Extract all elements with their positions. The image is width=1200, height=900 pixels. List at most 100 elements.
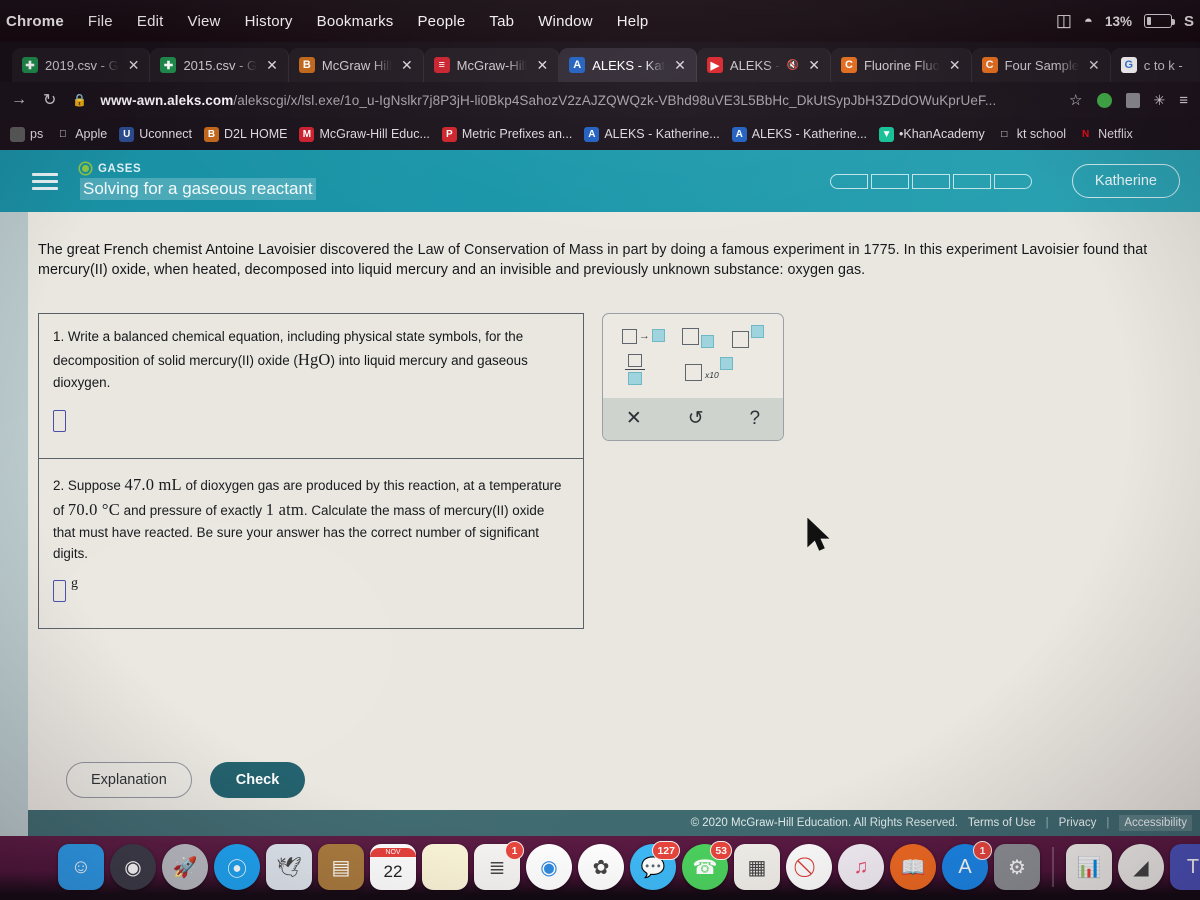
progress-segment bbox=[993, 173, 1032, 189]
menu-item-help[interactable]: Help bbox=[605, 13, 661, 30]
browser-tab[interactable]: B McGraw Hill ✕ bbox=[288, 48, 424, 82]
user-menu-button[interactable]: Katherine bbox=[1071, 164, 1180, 198]
mouse-cursor bbox=[807, 518, 830, 551]
dock-icon-itunes[interactable]: ♫ bbox=[838, 844, 884, 890]
bookmark-item[interactable]:  Apple bbox=[49, 124, 113, 145]
browser-tab[interactable]: ✚ 2019.csv - G ✕ bbox=[12, 48, 151, 82]
menu-item-tab[interactable]: Tab bbox=[477, 13, 526, 30]
audio-muted-icon[interactable]: 🔇 bbox=[787, 60, 799, 71]
browser-tab[interactable]: C Fluorine Fluo ✕ bbox=[830, 48, 972, 82]
help-button[interactable]: ? bbox=[749, 408, 760, 430]
bookmark-item[interactable]: A ALEKS - Katherine... bbox=[726, 124, 873, 145]
dock-icon-messages[interactable]: 💬 127 bbox=[630, 841, 680, 890]
menu-item-edit[interactable]: Edit bbox=[125, 13, 176, 30]
dock-icon-photos[interactable]: ✿ bbox=[578, 844, 624, 890]
reload-icon[interactable]: ↻ bbox=[40, 90, 59, 110]
close-icon[interactable]: ✕ bbox=[947, 57, 963, 73]
page-title: Solving for a gaseous reactant bbox=[80, 177, 316, 200]
dock-icon-app-store[interactable]: A1 bbox=[942, 841, 992, 890]
bookmark-item[interactable]: ▼ •KhanAcademy bbox=[873, 124, 991, 145]
subscript-tool[interactable] bbox=[682, 327, 715, 348]
bookmark-item[interactable]: □ kt school bbox=[991, 124, 1072, 145]
forward-arrow-icon[interactable]: → bbox=[8, 91, 30, 109]
browser-tab[interactable]: Gc to k - bbox=[1110, 48, 1200, 82]
dock-icon-adblock[interactable]: ⃠ bbox=[786, 844, 832, 890]
menu-extra-letter[interactable]: S bbox=[1184, 13, 1194, 30]
browser-tab-label: ALEKS - bbox=[729, 57, 780, 73]
bookmark-item[interactable]: ps bbox=[4, 124, 49, 145]
close-icon[interactable]: ✕ bbox=[399, 57, 415, 73]
privacy-link[interactable]: Privacy bbox=[1059, 817, 1097, 829]
close-icon[interactable]: ✕ bbox=[806, 57, 822, 73]
close-icon[interactable]: ✕ bbox=[672, 57, 688, 73]
reaction-arrow-tool[interactable]: → bbox=[621, 328, 665, 344]
dock-icon-photos-preview[interactable]: 🕊 bbox=[266, 844, 312, 890]
close-icon[interactable]: ✕ bbox=[534, 57, 550, 73]
hamburger-menu-icon[interactable] bbox=[32, 169, 58, 194]
bookmark-item[interactable]: P Metric Prefixes an... bbox=[436, 124, 578, 145]
bookmark-item[interactable]: U Uconnect bbox=[113, 124, 198, 145]
dock-icon-calendar[interactable]: NOV 22 bbox=[370, 844, 416, 890]
dock-icon-siri[interactable]: ◉ bbox=[110, 844, 156, 890]
dock-icon-glyph: A bbox=[958, 855, 972, 878]
dock-icon-facetime[interactable]: ☎ 53 bbox=[682, 841, 732, 890]
check-button[interactable]: Check bbox=[209, 762, 306, 798]
dock-icon-launchpad[interactable]: 🚀 bbox=[162, 844, 208, 890]
dock-icon-contacts[interactable]: ▤ bbox=[318, 844, 364, 890]
menu-item-file[interactable]: File bbox=[76, 13, 125, 30]
dock-badge: 1 bbox=[973, 841, 992, 860]
question-2-answer-input[interactable] bbox=[53, 580, 66, 603]
superscript-tool[interactable] bbox=[732, 324, 765, 348]
undo-button[interactable]: ↺ bbox=[688, 407, 704, 430]
dock-icon-reminders[interactable]: ≣ 1 bbox=[474, 841, 524, 890]
menu-item-history[interactable]: History bbox=[233, 13, 305, 30]
times-ten-exponent-tool[interactable]: x10 bbox=[685, 357, 733, 382]
terms-of-use-link[interactable]: Terms of Use bbox=[968, 817, 1036, 829]
dock-icon-image-capture[interactable]: ◢ bbox=[1118, 844, 1164, 890]
fraction-tool[interactable] bbox=[625, 353, 645, 386]
dock-icon-system-preferences[interactable]: ⚙ bbox=[994, 844, 1040, 890]
menu-item-window[interactable]: Window bbox=[526, 13, 605, 30]
dock-icon-finder[interactable]: ☺ bbox=[58, 844, 104, 890]
wifi-icon[interactable]: ◓ bbox=[1084, 13, 1093, 30]
close-icon[interactable]: ✕ bbox=[126, 57, 142, 73]
extension-grey-icon[interactable] bbox=[1125, 92, 1140, 108]
battery-icon[interactable] bbox=[1143, 14, 1175, 28]
bookmark-label: Metric Prefixes an... bbox=[461, 127, 573, 141]
clear-button[interactable]: ✕ bbox=[626, 407, 642, 430]
bookmark-item[interactable]: N Netflix bbox=[1072, 124, 1139, 145]
menu-item-chrome[interactable]: Chrome bbox=[0, 13, 76, 30]
close-icon[interactable]: ✕ bbox=[264, 57, 280, 73]
airplay-icon[interactable]: ◫ bbox=[1056, 11, 1072, 31]
question-1-answer-input[interactable] bbox=[53, 409, 66, 432]
dock-icon-microsoft-teams[interactable]: T bbox=[1170, 844, 1200, 890]
close-icon[interactable]: ✕ bbox=[1086, 57, 1102, 73]
extensions-puzzle-icon[interactable]: ✳ bbox=[1154, 92, 1166, 109]
menu-item-bookmarks[interactable]: Bookmarks bbox=[305, 13, 406, 30]
browser-tab[interactable]: ✚ 2015.csv - G ✕ bbox=[150, 48, 289, 82]
menu-item-view[interactable]: View bbox=[176, 13, 233, 30]
bookmark-star-icon[interactable]: ☆ bbox=[1069, 91, 1082, 109]
dock-icon-safari[interactable]: ⦿ bbox=[214, 844, 260, 890]
screen-photo: Chrome File Edit View History Bookmarks … bbox=[0, 0, 1200, 900]
bookmark-item[interactable]: M McGraw-Hill Educ... bbox=[293, 124, 435, 145]
browser-tab[interactable]: A ALEKS - Kat ✕ bbox=[559, 48, 697, 82]
bookmark-item[interactable]: A ALEKS - Katherine... bbox=[578, 124, 725, 145]
browser-tab[interactable]: C Four Sample ✕ bbox=[971, 48, 1111, 82]
dock-icon-notes[interactable] bbox=[422, 844, 468, 890]
chrome-menu-icon[interactable]: ≡ bbox=[1179, 92, 1188, 109]
browser-tab[interactable]: ▶ ALEKS - 🔇 ✕ bbox=[696, 48, 831, 82]
dock-icon-ibooks[interactable]: 📖 bbox=[890, 844, 936, 890]
extension-green-icon[interactable] bbox=[1096, 92, 1112, 108]
dock-icon-keynote[interactable]: ▦ bbox=[734, 844, 780, 890]
address-bar[interactable]: www-awn.aleks.com/alekscgi/x/lsl.exe/1o_… bbox=[100, 93, 1059, 108]
accessibility-link[interactable]: Accessibility bbox=[1119, 815, 1192, 831]
dock-icon-numbers[interactable]: 📊 bbox=[1066, 844, 1112, 890]
bookmark-item[interactable]: B D2L HOME bbox=[198, 124, 293, 145]
explanation-button[interactable]: Explanation bbox=[66, 762, 192, 798]
menu-item-people[interactable]: People bbox=[405, 13, 477, 30]
youtube-icon: ▶ bbox=[706, 57, 723, 73]
padlock-icon[interactable]: 🔒 bbox=[69, 93, 90, 107]
dock-icon-chrome[interactable]: ◉ bbox=[526, 844, 572, 890]
browser-tab[interactable]: ≡ McGraw-Hill ✕ bbox=[423, 48, 560, 82]
